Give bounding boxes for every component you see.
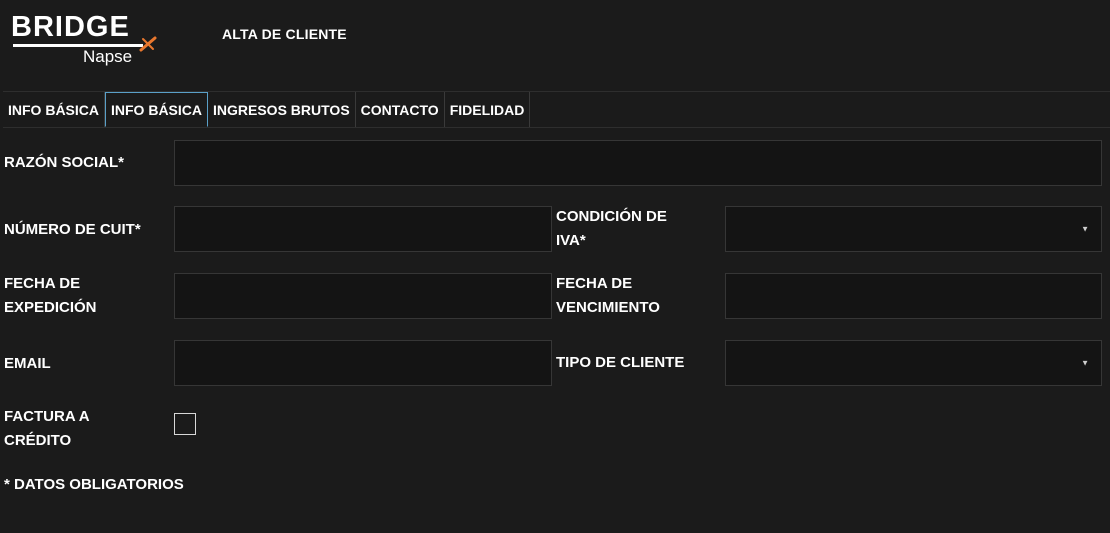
tab-fidelidad[interactable]: FIDELIDAD	[445, 92, 531, 127]
email-label: EMAIL	[4, 355, 51, 372]
condicion-iva-label-line1: CONDICIÓN DE	[556, 208, 667, 225]
header: BRIDGE Napse ALTA DE CLIENTE	[0, 0, 1110, 86]
factura-credito-checkbox[interactable]	[174, 413, 196, 435]
factura-credito-label: FACTURA A CRÉDITO	[4, 405, 90, 453]
fecha-expedicion-label-line2: EXPEDICIÓN	[4, 299, 97, 316]
razon-social-label: RAZÓN SOCIAL*	[4, 154, 124, 171]
logo-text: BRIDGE	[11, 11, 130, 43]
fecha-expedicion-input[interactable]	[175, 274, 551, 318]
logo-x-icon	[139, 36, 157, 52]
numero-cuit-input[interactable]	[175, 207, 551, 251]
tab-ingresos-brutos[interactable]: INGRESOS BRUTOS	[208, 92, 356, 127]
factura-credito-label-line2: CRÉDITO	[4, 432, 72, 449]
bridge-napse-logo: BRIDGE Napse	[11, 10, 161, 70]
tab-bar: INFO BÁSICA INFO BÁSICA INGRESOS BRUTOS …	[3, 91, 1110, 128]
condicion-iva-label: CONDICIÓN DE IVA*	[556, 205, 667, 253]
email-field[interactable]	[174, 340, 552, 386]
condicion-iva-label-line2: IVA*	[556, 232, 586, 249]
chevron-down-icon: ▼	[1081, 224, 1089, 234]
required-fields-note: * DATOS OBLIGATORIOS	[4, 476, 184, 493]
fecha-expedicion-field[interactable]	[174, 273, 552, 319]
condicion-iva-select[interactable]: ▼	[725, 206, 1102, 252]
fecha-vencimiento-input[interactable]	[726, 274, 1101, 318]
tab-contacto[interactable]: CONTACTO	[356, 92, 445, 127]
numero-cuit-field[interactable]	[174, 206, 552, 252]
fecha-vencimiento-field[interactable]	[725, 273, 1102, 319]
chevron-down-icon: ▼	[1081, 358, 1089, 368]
numero-cuit-label: NÚMERO DE CUIT*	[4, 221, 141, 238]
tab-info-basica-active[interactable]: INFO BÁSICA	[105, 92, 208, 127]
fecha-expedicion-label-line1: FECHA DE	[4, 275, 81, 292]
fecha-vencimiento-label-line1: FECHA DE	[556, 275, 633, 292]
razon-social-input[interactable]	[175, 141, 1101, 185]
tipo-cliente-label: TIPO DE CLIENTE	[556, 354, 685, 371]
tipo-cliente-select[interactable]: ▼	[725, 340, 1102, 386]
razon-social-field[interactable]	[174, 140, 1102, 186]
tab-info-basica[interactable]: INFO BÁSICA	[3, 92, 105, 127]
fecha-vencimiento-label: FECHA DE VENCIMIENTO	[556, 272, 660, 320]
page-title: ALTA DE CLIENTE	[222, 26, 347, 42]
email-input[interactable]	[175, 341, 551, 385]
fecha-vencimiento-label-line2: VENCIMIENTO	[556, 299, 660, 316]
factura-credito-label-line1: FACTURA A	[4, 408, 90, 425]
fecha-expedicion-label: FECHA DE EXPEDICIÓN	[4, 272, 97, 320]
logo-subtext: Napse	[83, 47, 133, 66]
